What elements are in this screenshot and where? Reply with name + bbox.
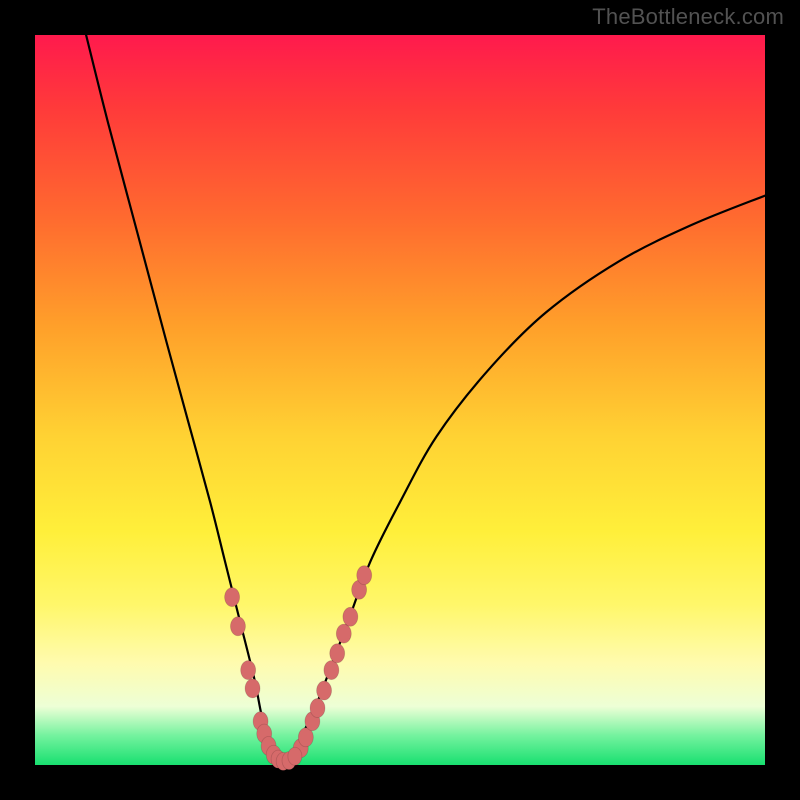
data-dot <box>336 624 351 643</box>
data-dot <box>324 661 339 680</box>
data-dot <box>230 617 245 636</box>
chart-frame: TheBottleneck.com <box>0 0 800 800</box>
data-dot <box>245 679 260 698</box>
watermark-label: TheBottleneck.com <box>592 4 784 30</box>
data-dot <box>317 681 332 700</box>
data-dot <box>310 699 325 718</box>
data-dot <box>225 588 240 607</box>
data-dot <box>241 661 256 680</box>
bottleneck-curve <box>86 35 765 761</box>
left-dot-cluster <box>225 588 282 765</box>
right-dot-cluster <box>293 566 372 758</box>
bottom-dot-cluster <box>271 747 302 770</box>
data-dot <box>288 747 302 765</box>
chart-svg <box>35 35 765 765</box>
data-dot <box>357 566 372 585</box>
data-dot <box>330 644 345 663</box>
data-dot <box>343 607 358 626</box>
plot-area <box>35 35 765 765</box>
